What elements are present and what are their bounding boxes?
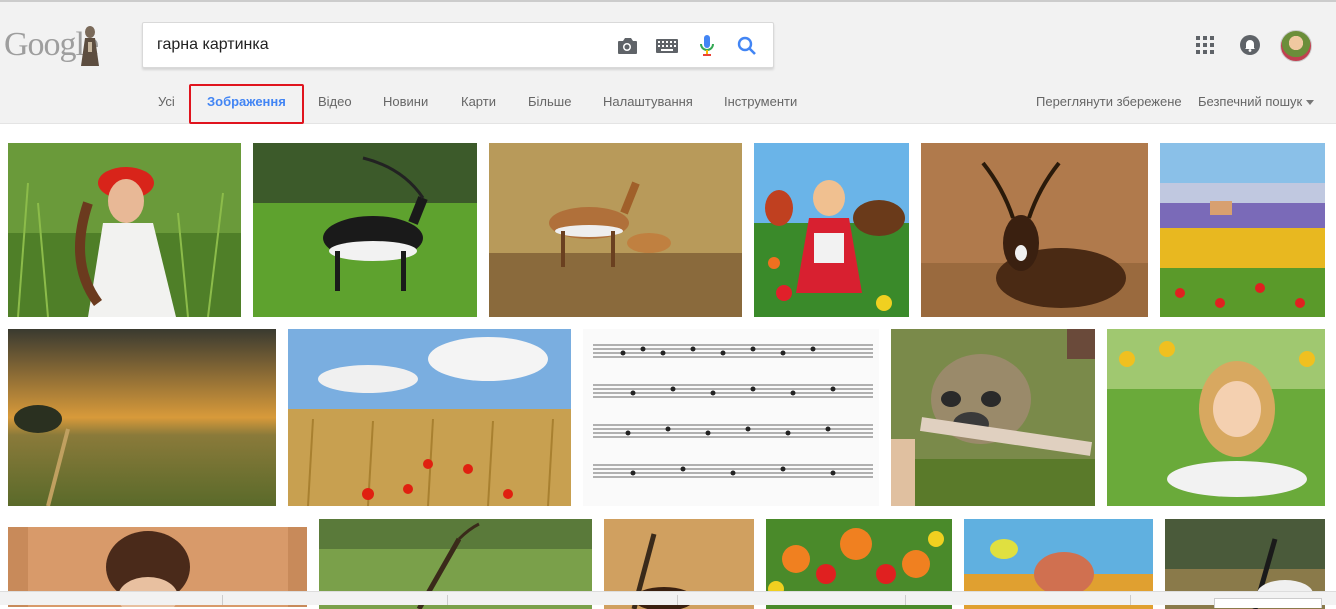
safe-search-label: Безпечний пошук bbox=[1198, 94, 1303, 109]
tab-all[interactable]: Усі bbox=[158, 94, 175, 109]
notifications-icon[interactable] bbox=[1240, 35, 1260, 55]
bottom-button[interactable] bbox=[1214, 598, 1322, 608]
image-result[interactable] bbox=[8, 329, 276, 506]
image-result[interactable] bbox=[489, 143, 742, 317]
mic-icon[interactable] bbox=[695, 34, 719, 58]
image-result[interactable] bbox=[754, 143, 909, 317]
image-result[interactable] bbox=[583, 329, 879, 506]
tab-settings[interactable]: Налаштування bbox=[603, 94, 693, 109]
camera-icon[interactable] bbox=[615, 34, 639, 58]
image-result[interactable] bbox=[1107, 329, 1325, 506]
tab-news[interactable]: Новини bbox=[383, 94, 428, 109]
tab-more[interactable]: Більше bbox=[528, 94, 571, 109]
tab-images[interactable]: Зображення bbox=[207, 94, 286, 109]
image-result[interactable] bbox=[253, 143, 477, 317]
image-result[interactable] bbox=[8, 143, 241, 317]
image-result[interactable] bbox=[891, 329, 1095, 506]
search-input[interactable] bbox=[157, 33, 597, 57]
doodle-figure-icon bbox=[81, 26, 99, 66]
avatar[interactable] bbox=[1280, 30, 1312, 62]
saved-link[interactable]: Переглянути збережене bbox=[1036, 94, 1182, 109]
apps-icon[interactable] bbox=[1196, 36, 1214, 54]
image-result[interactable] bbox=[288, 329, 571, 506]
search-icon[interactable] bbox=[735, 34, 759, 58]
tab-video[interactable]: Відео bbox=[318, 94, 352, 109]
image-result[interactable] bbox=[1160, 143, 1325, 317]
bottom-bar bbox=[0, 591, 1336, 608]
safe-search-dropdown[interactable]: Безпечний пошук bbox=[1198, 94, 1315, 109]
header: Google Усі Зображення Відео Новини bbox=[0, 0, 1336, 124]
tab-tools[interactable]: Інструменти bbox=[724, 94, 797, 109]
keyboard-icon[interactable] bbox=[655, 34, 679, 58]
google-logo[interactable]: Google bbox=[4, 24, 104, 68]
image-results-grid bbox=[0, 124, 1336, 609]
search-box bbox=[142, 22, 774, 68]
image-result[interactable] bbox=[921, 143, 1148, 317]
chevron-down-icon bbox=[1306, 100, 1315, 106]
tabs-bar: Усі Зображення Відео Новини Карти Більше… bbox=[0, 84, 1336, 124]
tab-maps[interactable]: Карти bbox=[461, 94, 496, 109]
